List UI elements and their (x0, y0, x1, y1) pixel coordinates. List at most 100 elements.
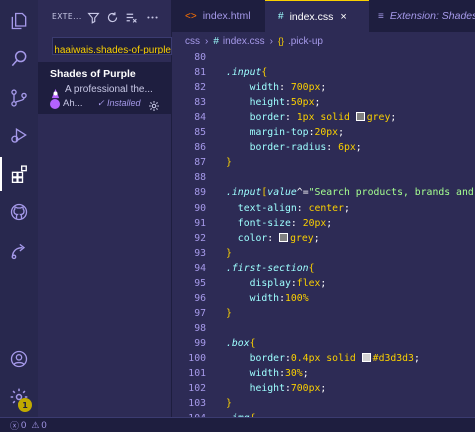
line-number: 98 (194, 322, 206, 334)
manage-badge: 1 (18, 398, 32, 412)
code-line[interactable]: 85 margin-top:20px; (172, 125, 475, 140)
line-number: 102 (188, 383, 206, 395)
code-editor[interactable]: 80 81 .input{82 width: 700px; 83 height:50p… (172, 50, 475, 417)
activity-bar: 1 (0, 0, 38, 417)
status-bar: ⓧ 0 ⚠ 0 (0, 417, 475, 432)
tab-index-html[interactable]: <> index.html (172, 0, 264, 32)
live-share-icon[interactable] (0, 234, 38, 268)
code-line[interactable]: 98 (172, 321, 475, 336)
breadcrumb: css › # index.css › {} .pick-up (172, 32, 475, 50)
line-number: 93 (194, 247, 206, 259)
code-text: border-radius: 6px; (249, 142, 362, 154)
breadcrumb-symbol[interactable]: .pick-up (288, 36, 323, 47)
line-number: 81 (194, 67, 206, 79)
error-count[interactable]: 0 (21, 420, 26, 431)
code-line[interactable]: 103} (172, 396, 475, 411)
code-text: } (226, 247, 232, 259)
code-text: height:50px; (249, 97, 321, 109)
code-line[interactable]: 86 border-radius: 6px; (172, 140, 475, 155)
sidebar-header: EXTE... (38, 0, 172, 34)
breadcrumb-folder[interactable]: css (185, 36, 200, 47)
tab-index-css[interactable]: # index.css × (265, 0, 369, 32)
code-line[interactable]: 102 height:700px; (172, 381, 475, 396)
code-text: .first-section{ (226, 262, 315, 274)
extension-list-item[interactable]: Shades of Purple A professional the... A… (38, 62, 172, 114)
line-number: 84 (194, 112, 206, 124)
extension-search-input[interactable] (53, 42, 171, 54)
breadcrumb-file[interactable]: index.css (223, 36, 265, 47)
line-number: 86 (194, 142, 206, 154)
error-icon[interactable]: ⓧ (10, 419, 19, 432)
code-line[interactable]: 96 width:100% (172, 291, 475, 306)
extension-name: Shades of Purple (50, 68, 136, 80)
sidebar-title: EXTE... (52, 12, 82, 21)
code-text: border:0.4px solid #d3d3d3; (249, 353, 420, 364)
code-text: .input{ (226, 67, 268, 79)
code-line[interactable]: 97} (172, 306, 475, 321)
code-line[interactable]: 93} (172, 246, 475, 261)
code-line[interactable]: 82 width: 700px; (172, 80, 475, 95)
manage-gear-icon[interactable]: 1 (0, 380, 38, 414)
line-number: 88 (194, 172, 206, 184)
code-text: color: grey; (237, 232, 320, 244)
code-line[interactable]: 92 color: grey; (172, 231, 475, 246)
css-file-icon: # (213, 35, 219, 47)
close-tab-icon[interactable]: × (340, 11, 346, 23)
code-text: border: 1px solid grey; (249, 112, 397, 124)
extension-settings-icon[interactable] (148, 97, 160, 111)
html-file-icon: <> (185, 10, 197, 22)
code-line[interactable]: 91 font-size: 20px; (172, 216, 475, 231)
more-actions-icon[interactable] (146, 9, 160, 23)
code-line[interactable]: 84 border: 1px solid grey; (172, 110, 475, 125)
code-line[interactable]: 90 text-align: center; (172, 201, 475, 216)
line-number: 85 (194, 127, 206, 139)
line-number: 92 (194, 232, 206, 244)
line-number: 97 (194, 307, 206, 319)
line-number: 90 (194, 202, 206, 214)
code-line[interactable]: 99 .box{ (172, 336, 475, 351)
tab-label: Extension: Shades o (389, 10, 475, 22)
line-number: 99 (194, 337, 206, 349)
source-control-icon[interactable] (0, 81, 38, 115)
line-number: 89 (194, 187, 206, 199)
code-line[interactable]: 100 border:0.4px solid #d3d3d3; (172, 351, 475, 366)
explorer-icon[interactable] (0, 4, 38, 38)
code-text: display:flex; (249, 277, 327, 289)
code-text: margin-top:20px; (249, 127, 344, 139)
filter-icon[interactable] (87, 9, 101, 24)
code-line[interactable]: 88 (172, 170, 475, 185)
line-number: 103 (188, 398, 206, 410)
code-text: } (226, 307, 232, 319)
code-line[interactable]: 83 height:50px; (172, 95, 475, 110)
line-number: 91 (194, 217, 206, 229)
line-number: 94 (194, 262, 206, 274)
code-line[interactable]: 101 width:30%; (172, 366, 475, 381)
code-line[interactable]: 80 (172, 50, 475, 65)
chevron-right-icon: › (269, 35, 273, 47)
extension-search-box (52, 37, 172, 55)
chevron-right-icon: › (205, 35, 209, 47)
extension-logo-icon (50, 84, 61, 99)
extension-author: Ah... (63, 98, 83, 109)
editor-tabs: <> index.html # index.css × ≡ Extension:… (172, 0, 475, 32)
clear-results-icon[interactable] (125, 9, 139, 23)
code-text: font-size: 20px; (237, 217, 333, 229)
code-line[interactable]: 95 display:flex; (172, 276, 475, 291)
code-line[interactable]: 89 .input[value^="Search products, brands… (172, 185, 475, 200)
run-debug-icon[interactable] (0, 118, 38, 152)
code-text: .input[value^="Search products, brands a… (226, 187, 474, 199)
css-file-icon: # (278, 11, 284, 22)
search-icon[interactable] (0, 42, 38, 76)
refresh-icon[interactable] (106, 9, 120, 23)
code-line[interactable]: 81 .input{ (172, 65, 475, 80)
warning-count[interactable]: 0 (41, 420, 46, 431)
tab-extension-shades-of-purple[interactable]: ≡ Extension: Shades o (370, 0, 475, 32)
code-line[interactable]: 94 .first-section{ (172, 261, 475, 276)
account-icon[interactable] (0, 342, 38, 376)
code-line[interactable]: 87} (172, 155, 475, 170)
line-number: 82 (194, 82, 206, 94)
line-number: 83 (194, 97, 206, 109)
warning-icon[interactable]: ⚠ (31, 420, 39, 431)
extensions-icon[interactable] (0, 157, 38, 191)
github-icon[interactable] (0, 195, 38, 229)
